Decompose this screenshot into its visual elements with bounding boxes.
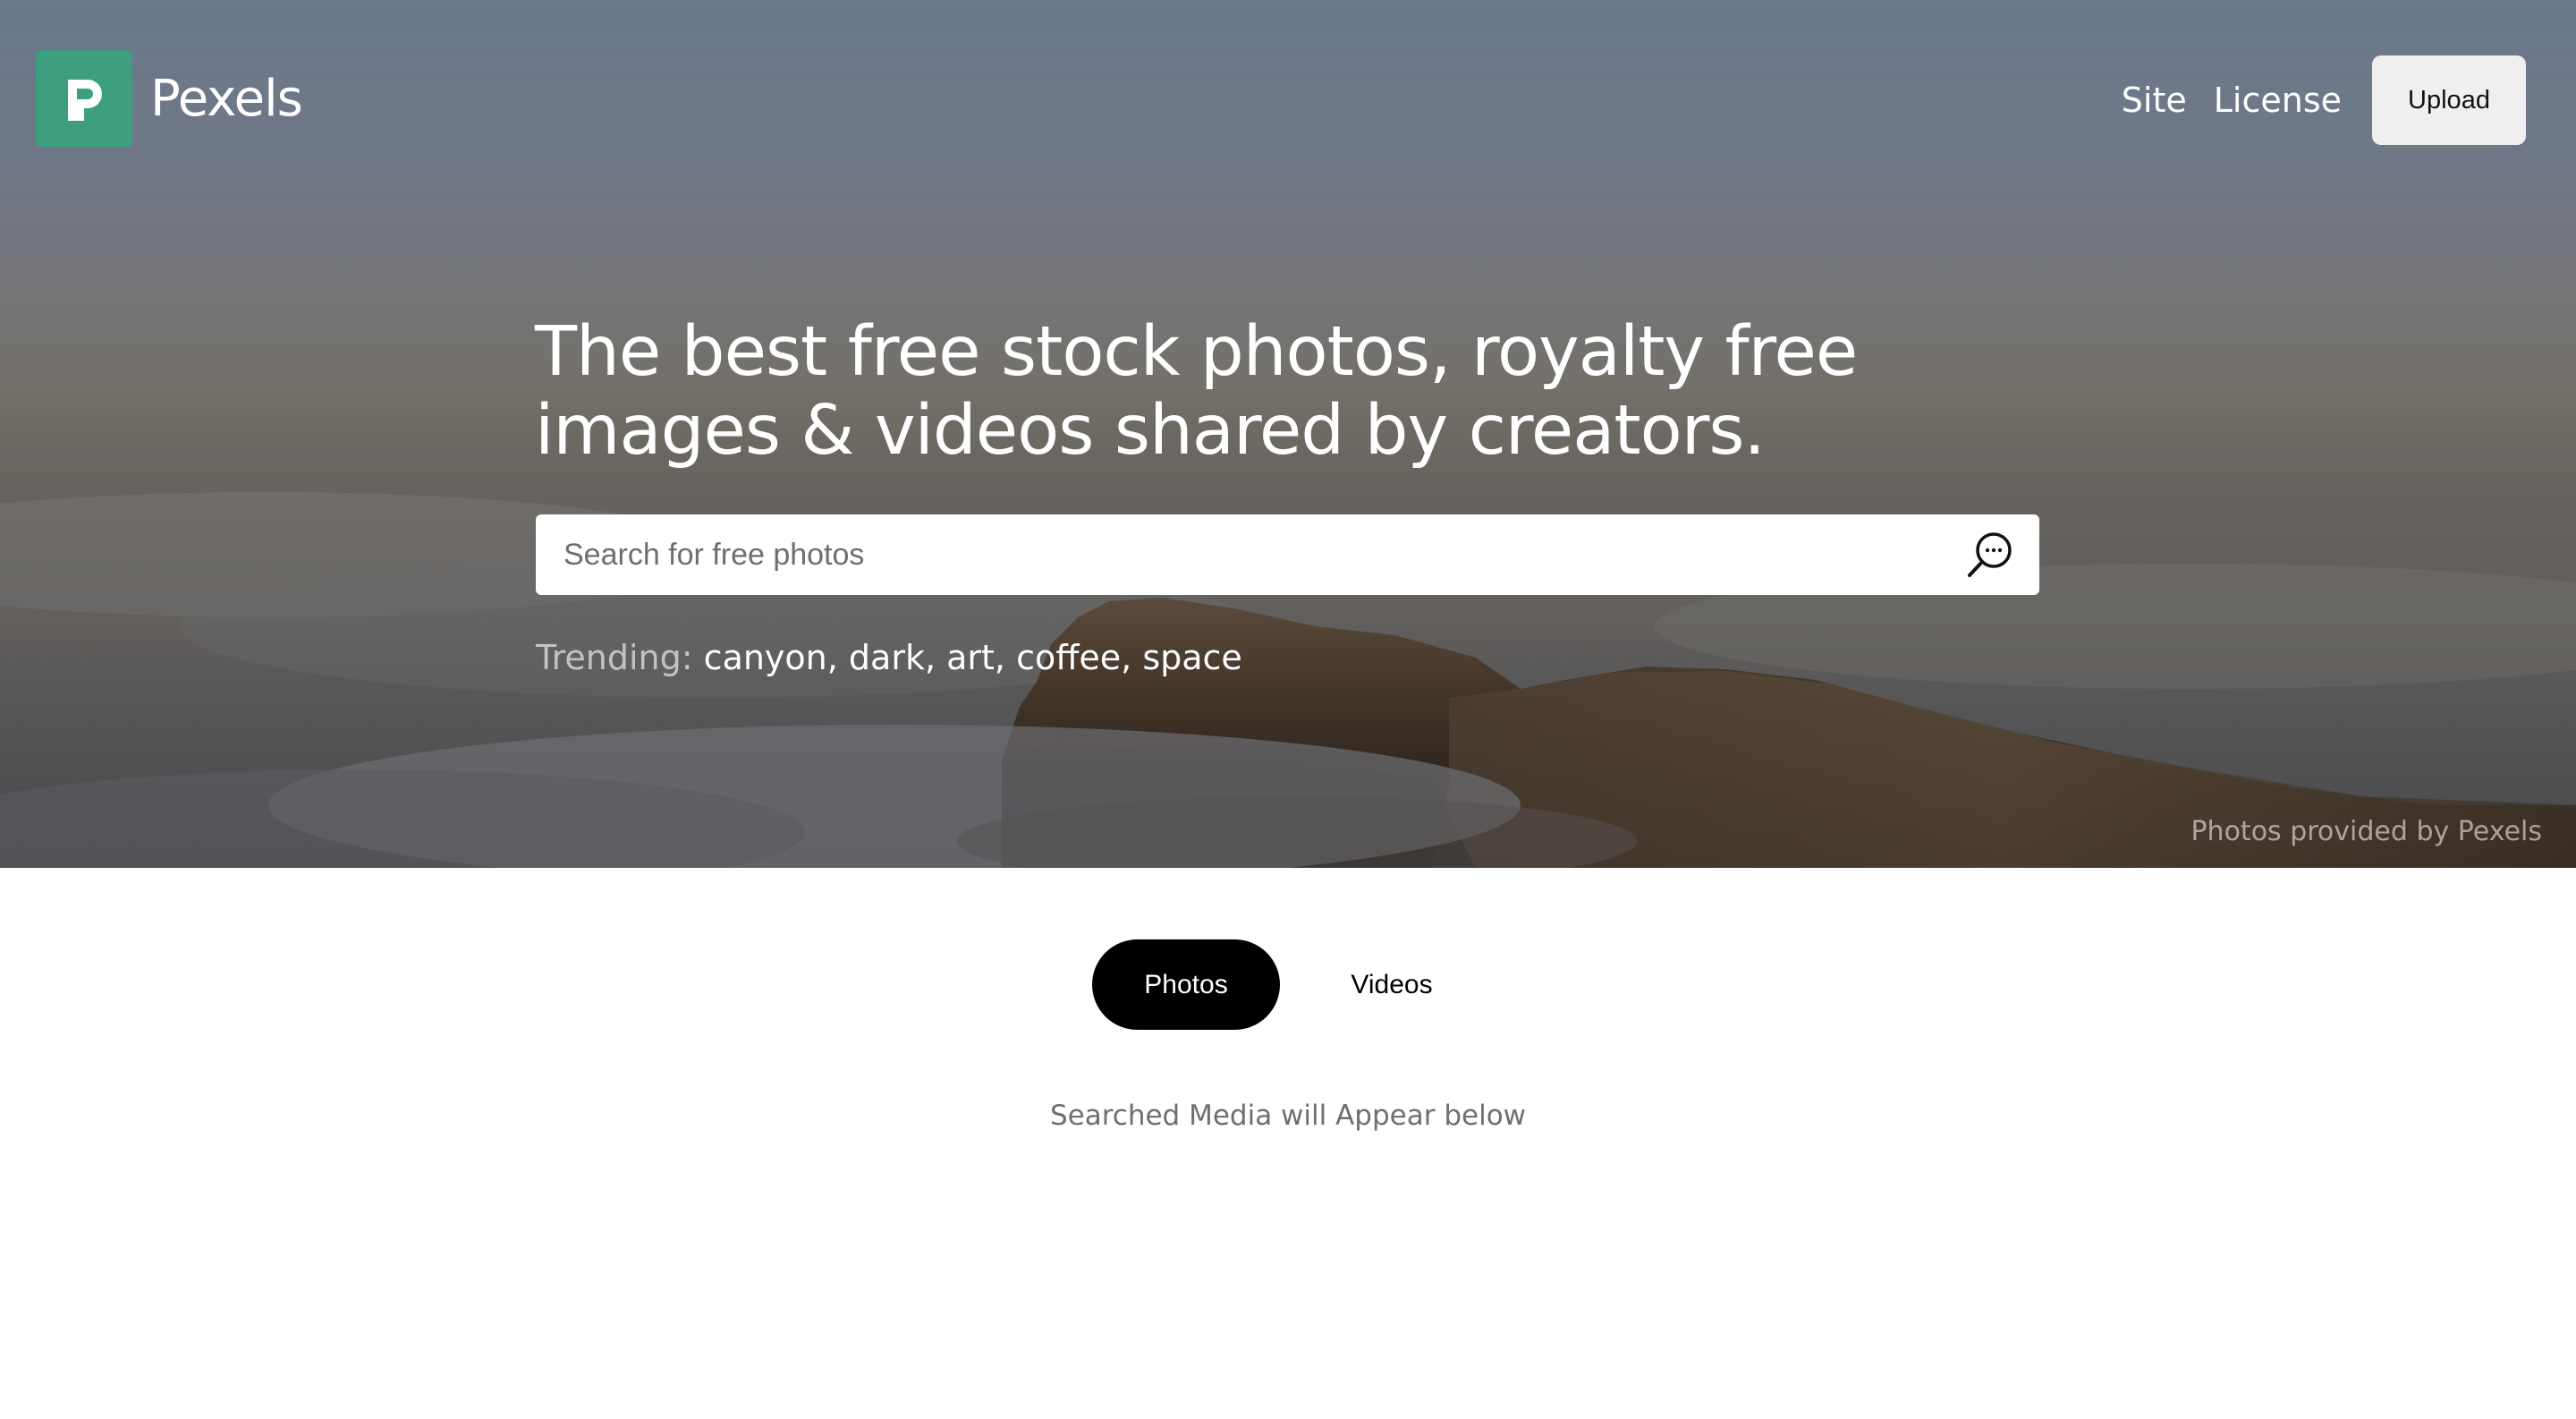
brand-name: Pexels bbox=[150, 69, 303, 128]
tab-photos[interactable]: Photos bbox=[1092, 939, 1280, 1030]
media-type-tabs: Photos Videos bbox=[1092, 939, 1459, 1030]
hero-headline: The best free stock photos, royalty free… bbox=[535, 312, 1858, 471]
trending-terms[interactable]: canyon, dark, art, coffee, space bbox=[704, 638, 1242, 677]
trending-label: Trending: bbox=[536, 638, 693, 677]
trending-searches: Trending: canyon, dark, art, coffee, spa… bbox=[536, 638, 1242, 677]
search-icon[interactable] bbox=[1941, 514, 2039, 595]
hero-section: Pexels Site License Upload The best free… bbox=[0, 0, 2576, 868]
pexels-logo-icon bbox=[36, 50, 132, 147]
brand-logo[interactable]: Pexels bbox=[36, 50, 303, 147]
results-placeholder-text: Searched Media will Appear below bbox=[1049, 1100, 1527, 1132]
search-bar bbox=[536, 514, 2039, 595]
nav-link-license[interactable]: License bbox=[2214, 81, 2342, 120]
tab-videos[interactable]: Videos bbox=[1325, 939, 1459, 1030]
search-input[interactable] bbox=[536, 514, 1941, 595]
top-nav: Site License Upload bbox=[2122, 55, 2526, 145]
upload-button[interactable]: Upload bbox=[2372, 55, 2526, 145]
nav-link-site[interactable]: Site bbox=[2122, 81, 2187, 120]
photo-credit: Photos provided by Pexels bbox=[2190, 816, 2542, 847]
